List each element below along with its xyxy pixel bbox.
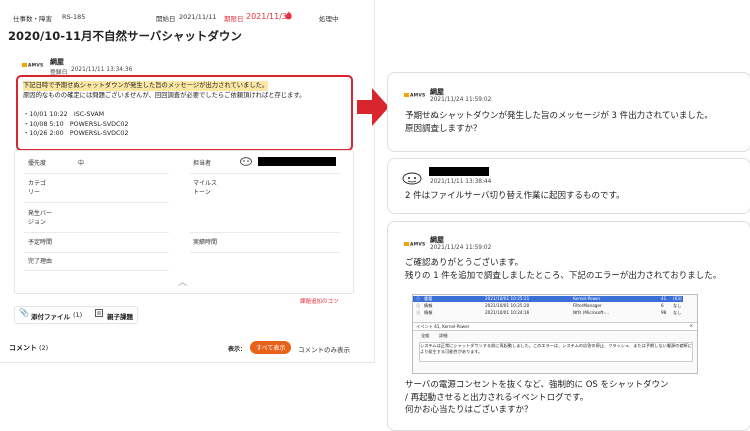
card-body: 予期せぬシャットダウンが発生した旨のメッセージが 3 件出力されていました。 原… (405, 110, 713, 135)
attachments-count: (1) (73, 311, 83, 319)
actual-time-label: 実績時間 (193, 239, 218, 246)
assignee-avatar (240, 157, 252, 166)
avatar (402, 172, 422, 185)
event-row: ⓘ 重要 2021/10/01 10:25:21 Kernel-Power 41… (413, 296, 683, 302)
event-title: イベント 41, Kernel-Power (416, 324, 470, 329)
card-line: 予期せぬシャットダウンが発生した旨のメッセージが 3 件出力されていました。 (405, 111, 713, 121)
card-date: 2021/11/11 13:38:44 (430, 179, 492, 185)
post-author: 綱屋 (50, 58, 64, 66)
issue-title: 2020/10-11月不自然サーバシャットダウン (8, 29, 242, 43)
post-date: 2021/11/11 13:34:36 (71, 67, 133, 73)
priority-value[interactable]: 中 (78, 159, 84, 168)
arrow-right-icon (357, 88, 389, 126)
category-label: カテゴ リー (28, 180, 47, 196)
start-date-label: 開始日 (156, 15, 176, 23)
collapse-chevron-icon[interactable]: ︿ (178, 275, 187, 288)
card-line: ご確認ありがとうございます。 (405, 258, 524, 268)
card-line: / 再起動させると出力されるイベントログです。 (405, 392, 589, 403)
event-row: ⓘ 情報 2021/10/01 10:25:20 FilterManager 6… (416, 303, 682, 308)
history-link[interactable]: 課題追加のコツ (300, 297, 339, 305)
milestone-label: マイルス トーン (193, 180, 218, 196)
card-author: 綱屋 (430, 236, 444, 244)
show-all-button[interactable]: すべて表示 (250, 341, 292, 354)
planned-time-label: 予定時間 (28, 239, 53, 246)
issue-properties (14, 150, 354, 294)
card-body: ご確認ありがとうございます。 残りの 1 件を追加で調査しましたところ、下記のエ… (405, 257, 721, 282)
card-line: 何かお心当たりはございますか？ (405, 405, 533, 415)
card-line: 原因調査しますか？ (405, 123, 482, 134)
issue-id: RS-185 (62, 13, 86, 21)
start-date: 2021/11/11 (179, 13, 217, 21)
card-logo: AMVS (404, 93, 425, 99)
card-line: 残りの 1 件を追加で調査しましたところ、下記のエラーが出力されておりました。 (405, 270, 722, 281)
author-name-redacted (429, 167, 489, 176)
fire-icon (285, 11, 292, 20)
card-date: 2021/11/24 11:59:02 (430, 97, 492, 103)
event-row: ⓘ 情報 2021/10/01 10:24:16 Ntfs (Microsoft… (416, 310, 682, 315)
issue-category: 仕事数・障害 (13, 15, 52, 23)
close-icon: × (689, 323, 693, 328)
card-line: サーバの電源コンセントを抜くなど、強制的に OS をシャットダウン (405, 380, 669, 390)
comments-label: コメント (9, 344, 37, 352)
card-author: 綱屋 (430, 88, 444, 96)
card-logo: AMVS (404, 242, 425, 248)
version-label: 発生バー ジョン (28, 210, 53, 226)
card-line: 2 件はファイルサーバ切り替え作業に起因するものです。 (405, 191, 625, 201)
event-tab-details: 詳細 (439, 333, 448, 338)
highlight-box (16, 75, 353, 151)
priority-label: 優先度 (28, 160, 47, 167)
subtask-icon (95, 309, 103, 317)
status-badge: 処理中 (319, 15, 339, 23)
post-logo: AMVS (22, 63, 43, 69)
display-label: 表示： (228, 346, 247, 353)
comments-only-button[interactable]: コメントのみ表示 (298, 344, 350, 354)
assignee-name-redacted (258, 157, 336, 166)
attachments-button[interactable]: 添付ファイル (31, 311, 70, 321)
issue-panel: 仕事数・障害 RS-185 開始日 2021/11/11 期限日 2021/11… (0, 0, 375, 363)
comments-count: (2) (39, 344, 49, 352)
event-message: システムは正常にシャットダウンする前に再起動しました。このエラーは、システムの応… (419, 342, 693, 362)
subtasks-button[interactable]: 親子課題 (107, 311, 133, 321)
card-date: 2021/11/24 11:59:02 (430, 245, 492, 251)
assignee-label: 担当者 (193, 160, 212, 167)
event-viewer-screenshot: ⓘ 重要 2021/10/01 10:25:21 Kernel-Power 41… (412, 294, 698, 374)
due-date-label: 期限日 (224, 15, 244, 23)
card-body: サーバの電源コンセントを抜くなど、強制的に OS をシャットダウン / 再起動さ… (405, 379, 668, 417)
event-tab-general: 全般 (421, 333, 430, 338)
resolution-label: 完了理由 (28, 258, 53, 265)
paperclip-icon: 📎 (19, 308, 29, 317)
